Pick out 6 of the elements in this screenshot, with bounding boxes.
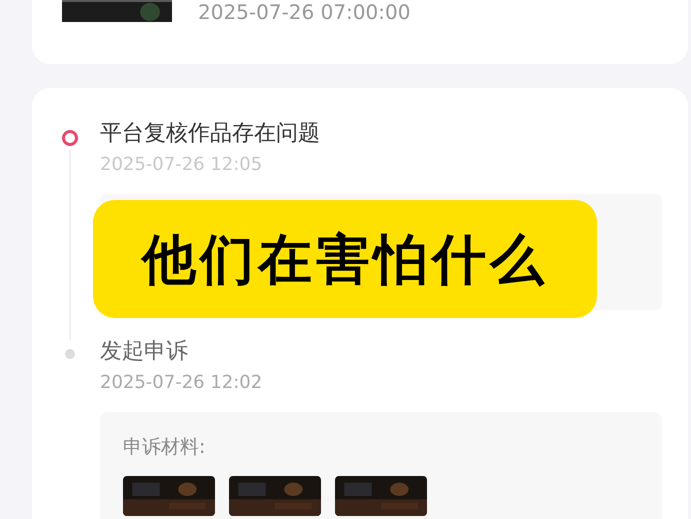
event-title: 发起申诉 (100, 338, 189, 366)
caption-banner: 他们在害怕什么 (93, 200, 597, 318)
event-title: 平台复核作品存在问题 (100, 120, 321, 148)
timestamp: 2025-07-26 07:00:00 (198, 0, 410, 24)
section-label: 申诉材料: (123, 435, 206, 460)
timestamp: 2025-07-26 12:02 (100, 371, 264, 395)
